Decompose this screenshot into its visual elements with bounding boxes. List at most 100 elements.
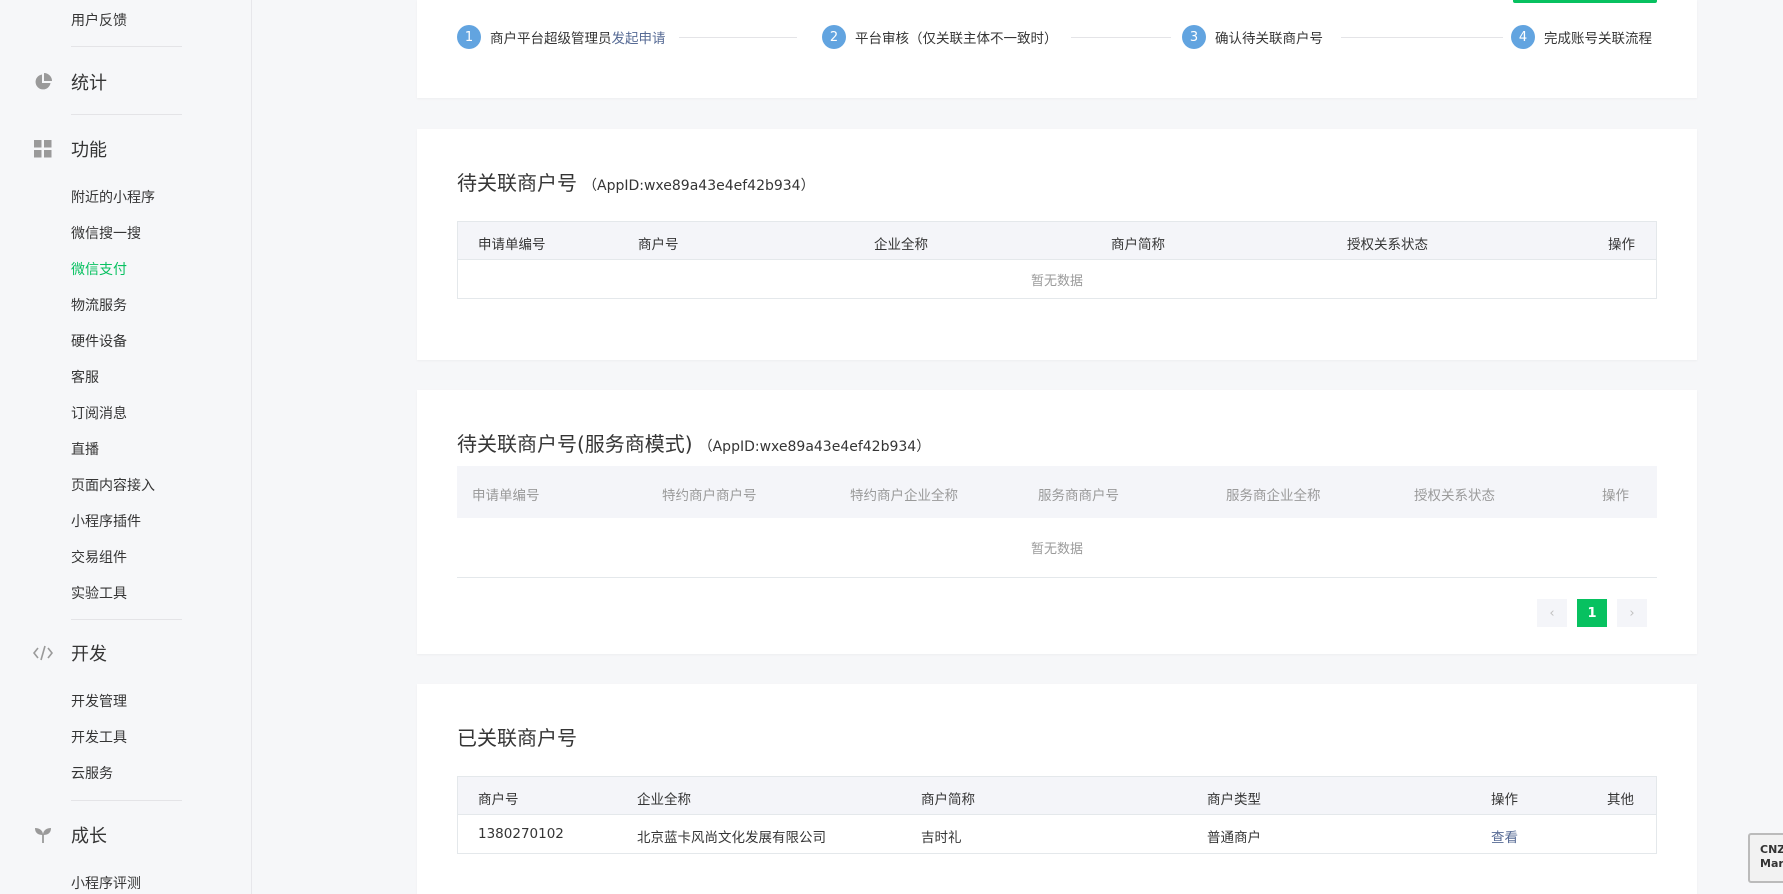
pending-table: 申请单编号 商户号 企业全称 商户简称 授权关系状态 操作 暂无数据 <box>457 221 1657 299</box>
sidebar-item-lab-tools[interactable]: 实验工具 <box>71 586 127 602</box>
step-4: 4 完成账号关联流程 <box>1511 25 1652 49</box>
step-text: 完成账号关联流程 <box>1544 31 1652 47</box>
code-icon <box>33 643 53 663</box>
column-header: 企业全称 <box>874 237 928 253</box>
step-text: 确认待关联商户号 <box>1215 31 1323 47</box>
column-header: 授权关系状态 <box>1347 237 1428 253</box>
pie-chart-icon <box>33 72 53 92</box>
pending-sp-title: 待关联商户号(服务商模式) <box>457 432 693 456</box>
step-number: 2 <box>822 25 846 49</box>
column-header: 特约商户企业全称 <box>850 488 958 504</box>
current-page-button[interactable]: 1 <box>1577 599 1607 627</box>
short-name-cell: 吉时礼 <box>921 830 962 846</box>
sidebar: 用户反馈 统计 功能 附近的小程序 微信搜一搜 微信支付 物流服务 硬件设备 客… <box>0 0 252 894</box>
step-2: 2 平台审核（仅关联主体不一致时） <box>822 25 1058 49</box>
view-link[interactable]: 查看 <box>1491 826 1518 846</box>
column-header: 商户简称 <box>921 792 975 808</box>
sidebar-item-dev-manage[interactable]: 开发管理 <box>71 694 127 710</box>
card-title: 待关联商户号 （AppID:wxe89a43e4ef42b934） <box>457 167 815 196</box>
sidebar-group-features[interactable]: 功能 <box>33 137 107 161</box>
empty-state: 暂无数据 <box>1030 273 1083 289</box>
step-number: 3 <box>1182 25 1206 49</box>
column-header: 授权关系状态 <box>1414 488 1495 504</box>
card-title: 已关联商户号 <box>457 722 577 751</box>
empty-state: 暂无数据 <box>457 518 1657 578</box>
steps-card: 1 商户平台超级管理员 发起申请 2 平台审核（仅关联主体不一致时） 3 确认待关… <box>417 0 1697 98</box>
primary-button-edge[interactable] <box>1513 0 1657 3</box>
prev-page-button[interactable]: ‹ <box>1537 599 1567 627</box>
sidebar-divider <box>71 46 182 47</box>
merchant-id-cell: 1380270102 <box>478 826 564 842</box>
sidebar-divider <box>71 619 182 620</box>
sprout-icon <box>33 825 53 845</box>
sidebar-group-growth[interactable]: 成长 <box>33 823 107 847</box>
sidebar-item-subscribe[interactable]: 订阅消息 <box>71 406 127 422</box>
step-1: 1 商户平台超级管理员 发起申请 <box>457 25 666 49</box>
sidebar-item-plugins[interactable]: 小程序插件 <box>71 514 141 530</box>
sidebar-item-cloud[interactable]: 云服务 <box>71 766 113 782</box>
sidebar-item-nearby[interactable]: 附近的小程序 <box>71 190 155 206</box>
sidebar-group-stats[interactable]: 统计 <box>33 70 107 94</box>
column-header: 商户类型 <box>1207 792 1261 808</box>
stats-badge[interactable]: CNZ Mar <box>1748 833 1783 883</box>
column-header: 商户简称 <box>1111 237 1165 253</box>
column-header: 操作 <box>1608 237 1635 253</box>
step-text: 平台审核（仅关联主体不一致时） <box>855 31 1058 47</box>
sidebar-item-search[interactable]: 微信搜一搜 <box>71 226 141 242</box>
sidebar-item-trade-component[interactable]: 交易组件 <box>71 550 127 566</box>
pending-sp-card: 待关联商户号(服务商模式) （AppID:wxe89a43e4ef42b934） … <box>417 390 1697 654</box>
grid-icon <box>33 139 53 159</box>
column-header: 特约商户商户号 <box>662 488 757 504</box>
sidebar-group-label: 成长 <box>71 826 107 847</box>
sidebar-group-label: 开发 <box>71 644 107 665</box>
sidebar-item-customer-service[interactable]: 客服 <box>71 370 99 386</box>
step-number: 1 <box>457 25 481 49</box>
sidebar-item-live[interactable]: 直播 <box>71 442 99 458</box>
sidebar-divider <box>71 800 182 801</box>
linked-merchants-card: 已关联商户号 商户号 企业全称 商户简称 商户类型 操作 其他 13802701… <box>417 684 1697 894</box>
step-number: 4 <box>1511 25 1535 49</box>
column-header: 操作 <box>1602 488 1629 504</box>
linked-title: 已关联商户号 <box>457 726 577 750</box>
badge-line: CNZ <box>1760 843 1783 856</box>
pending-title: 待关联商户号 <box>457 171 577 195</box>
sidebar-item-hardware[interactable]: 硬件设备 <box>71 334 127 350</box>
table-header: 商户号 企业全称 商户简称 商户类型 操作 其他 <box>458 777 1656 815</box>
pagination: ‹ 1 › <box>1537 599 1647 627</box>
company-cell: 北京蓝卡风尚文化发展有限公司 <box>637 830 826 846</box>
sidebar-item-wechat-pay[interactable]: 微信支付 <box>71 262 127 278</box>
linked-table: 商户号 企业全称 商户简称 商户类型 操作 其他 1380270102 北京蓝卡… <box>457 776 1657 854</box>
column-header: 其他 <box>1607 792 1634 808</box>
table-header: 申请单编号 特约商户商户号 特约商户企业全称 服务商商户号 服务商企业全称 授权… <box>457 466 1657 518</box>
sidebar-group-dev[interactable]: 开发 <box>33 641 107 665</box>
sidebar-item-evaluation[interactable]: 小程序评测 <box>71 876 141 892</box>
sidebar-item-page-content[interactable]: 页面内容接入 <box>71 478 155 494</box>
sidebar-group-label: 功能 <box>71 140 107 161</box>
column-header: 企业全称 <box>637 792 691 808</box>
appid-label: （AppID:wxe89a43e4ef42b934） <box>583 178 815 194</box>
sidebar-item-dev-tools[interactable]: 开发工具 <box>71 730 127 746</box>
column-header: 申请单编号 <box>472 488 540 504</box>
column-header: 服务商企业全称 <box>1226 488 1321 504</box>
sidebar-group-label: 统计 <box>71 73 107 94</box>
step-3: 3 确认待关联商户号 <box>1182 25 1323 49</box>
step-connector <box>1341 37 1503 38</box>
column-header: 商户号 <box>478 792 519 808</box>
pending-merchants-card: 待关联商户号 （AppID:wxe89a43e4ef42b934） 申请单编号 商… <box>417 129 1697 360</box>
step-connector <box>679 37 797 38</box>
card-title: 待关联商户号(服务商模式) （AppID:wxe89a43e4ef42b934） <box>457 428 930 457</box>
column-header: 操作 <box>1491 792 1518 808</box>
badge-line: Mar <box>1760 857 1783 870</box>
table-row: 1380270102 北京蓝卡风尚文化发展有限公司 吉时礼 普通商户 查看 <box>458 815 1656 853</box>
pending-sp-table: 申请单编号 特约商户商户号 特约商户企业全称 服务商商户号 服务商企业全称 授权… <box>457 466 1657 578</box>
sidebar-divider <box>71 114 182 115</box>
apply-link[interactable]: 发起申请 <box>612 27 666 47</box>
sidebar-item-logistics[interactable]: 物流服务 <box>71 298 127 314</box>
sidebar-item-feedback[interactable]: 用户反馈 <box>71 13 127 29</box>
column-header: 商户号 <box>638 237 679 253</box>
column-header: 申请单编号 <box>478 237 546 253</box>
table-header: 申请单编号 商户号 企业全称 商户简称 授权关系状态 操作 <box>458 222 1656 260</box>
next-page-button[interactable]: › <box>1617 599 1647 627</box>
merchant-type-cell: 普通商户 <box>1207 830 1261 846</box>
column-header: 服务商商户号 <box>1038 488 1119 504</box>
